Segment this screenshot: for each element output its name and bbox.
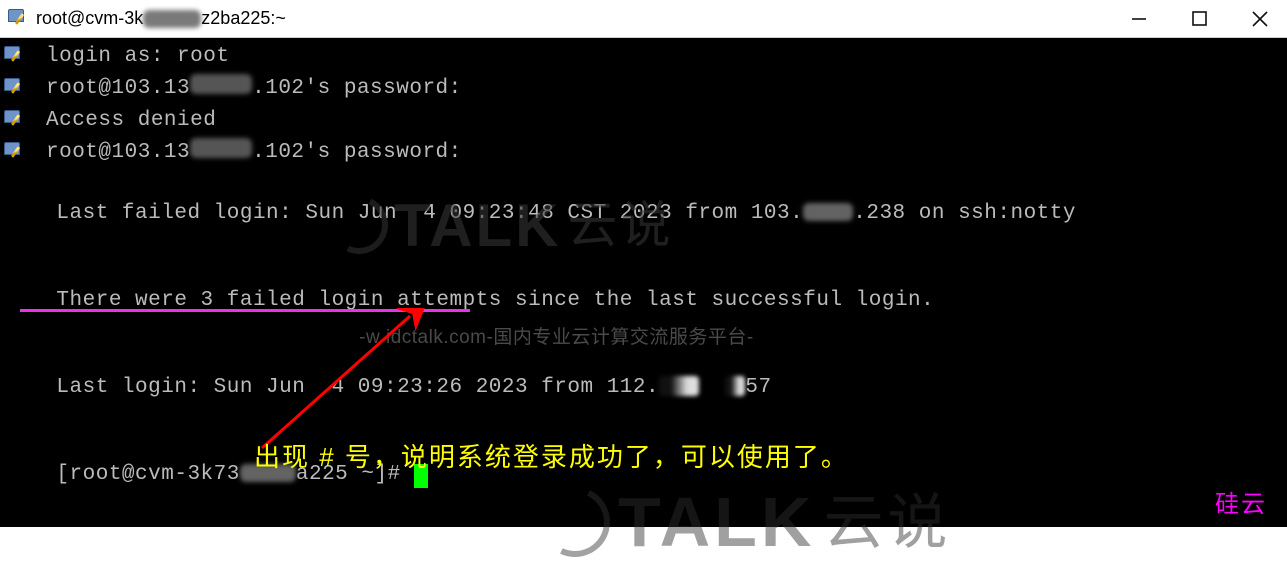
terminal-line: root@103.13 .102's password: — [0, 138, 1287, 170]
terminal-line: Access denied — [0, 106, 1287, 138]
putty-icon — [4, 141, 24, 170]
terminal-text: root@103.13 — [46, 138, 190, 167]
redacted-text — [190, 74, 252, 94]
terminal-line: There were 3 failed login attempts since… — [0, 257, 1287, 344]
terminal-text: 57 — [745, 376, 771, 399]
terminal-line: Last login: Sun Jun 4 09:23:26 2023 from… — [0, 344, 1287, 431]
terminal-text: .238 on ssh:notty — [853, 202, 1076, 225]
terminal-text: .102's password: — [252, 138, 462, 167]
window-title: root@cvm-3k z2ba225:~ — [36, 8, 1123, 29]
terminal-line: Last failed login: Sun Jun 4 09:23:48 CS… — [0, 170, 1287, 257]
annotation-text: 出现 # 号，说明系统登录成功了，可以使用了。 — [254, 443, 849, 472]
window-controls — [1123, 6, 1283, 32]
terminal-text: Last login: Sun Jun 4 09:23:26 2023 from… — [56, 376, 659, 399]
close-button[interactable] — [1243, 6, 1277, 32]
minimize-button[interactable] — [1123, 6, 1157, 32]
prompt-prefix: [root@cvm-3k73 — [56, 463, 239, 486]
putty-icon — [8, 9, 28, 29]
putty-icon — [4, 77, 24, 106]
redacted-text — [803, 203, 853, 221]
title-prefix: root@cvm-3k — [36, 8, 143, 28]
terminal-text: Access denied — [46, 106, 216, 135]
highlight-underline — [20, 309, 470, 312]
title-suffix: z2ba225:~ — [201, 8, 286, 28]
putty-icon — [4, 45, 24, 74]
redacted-text — [143, 10, 201, 28]
redacted-text — [190, 138, 252, 158]
maximize-button[interactable] — [1183, 6, 1217, 32]
terminal-text: .102's password: — [252, 74, 462, 103]
redacted-text — [725, 376, 745, 396]
terminal-text: Last failed login: Sun Jun 4 09:23:48 CS… — [56, 202, 803, 225]
terminal-area[interactable]: TALK 云说 login as: root root@103.13.102's… — [0, 38, 1287, 527]
brand-corner: 硅云 — [1215, 490, 1267, 519]
terminal-text: login as: root — [46, 42, 229, 71]
terminal-text: root@103.13 — [46, 74, 190, 103]
redacted-text — [659, 376, 699, 396]
terminal-line: root@103.13 .102's password: — [0, 74, 1287, 106]
terminal-line: login as: root — [0, 42, 1287, 74]
window-titlebar: root@cvm-3k z2ba225:~ — [0, 0, 1287, 38]
putty-icon — [4, 109, 24, 138]
